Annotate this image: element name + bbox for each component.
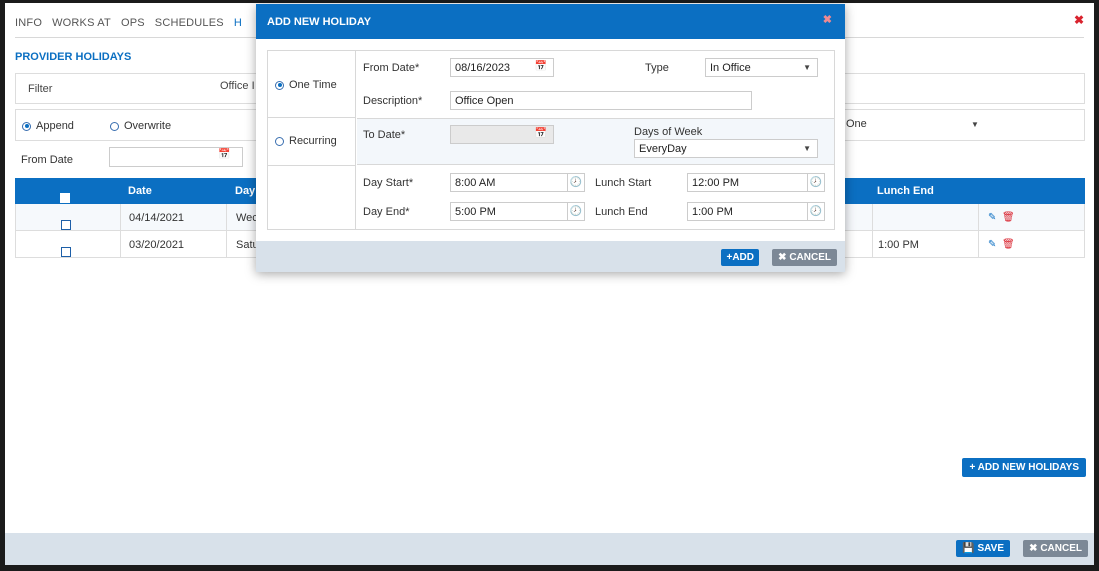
lunch-start-value: 12:00 PM: [692, 177, 740, 189]
calendar-icon[interactable]: 📅: [535, 128, 547, 139]
append-option[interactable]: Append: [22, 120, 74, 132]
header-day: Day: [235, 185, 256, 197]
save-button[interactable]: 💾 SAVE: [956, 540, 1010, 557]
cancel-label: CANCEL: [1040, 543, 1082, 554]
window-footer: 💾 SAVE ✖ CANCEL: [5, 533, 1094, 565]
tab-works-at[interactable]: WORKS AT: [52, 17, 111, 29]
lunch-start-label: Lunch Start: [595, 177, 652, 189]
save-label: SAVE: [977, 543, 1005, 554]
close-icon: ✖: [778, 252, 787, 263]
overwrite-option[interactable]: Overwrite: [110, 120, 171, 132]
type-label: Type: [645, 62, 669, 74]
add-new-holidays-button[interactable]: + ADD NEW HOLIDAYS: [962, 458, 1086, 477]
append-radio[interactable]: [22, 121, 31, 131]
close-icon[interactable]: ✖: [1074, 13, 1084, 27]
day-end-value: 5:00 PM: [455, 206, 496, 218]
chevron-down-icon: ▼: [803, 63, 811, 72]
calendar-icon[interactable]: 📅: [535, 61, 547, 72]
from-date-label: From Date: [21, 154, 73, 166]
select-all-checkbox[interactable]: [60, 193, 70, 203]
from-date-value: 08/16/2023: [455, 62, 511, 74]
modal-header: ADD NEW HOLIDAY ✖: [256, 4, 845, 39]
one-time-label: One Time: [289, 79, 337, 91]
from-date-field[interactable]: 08/16/2023 📅: [450, 58, 554, 77]
clock-icon[interactable]: 🕗: [567, 173, 584, 192]
add-button[interactable]: +ADD: [721, 249, 759, 266]
clock-icon[interactable]: 🕗: [807, 173, 824, 192]
row-checkbox[interactable]: [61, 247, 71, 257]
recurring-label: Recurring: [289, 135, 337, 147]
chevron-down-icon: ▼: [803, 144, 811, 153]
row-date: 04/14/2021: [129, 212, 185, 224]
office-label: Office I: [220, 80, 255, 92]
pencil-icon[interactable]: ✎: [988, 212, 996, 223]
pencil-icon[interactable]: ✎: [988, 239, 996, 250]
calendar-icon[interactable]: 📅: [218, 149, 230, 160]
one-select-value[interactable]: One: [846, 118, 867, 130]
cancel-button[interactable]: ✖ CANCEL: [1023, 540, 1088, 557]
header-lunch-end: Lunch End: [877, 185, 934, 197]
day-start-label: Day Start*: [363, 177, 414, 189]
days-of-week-value: EveryDay: [639, 143, 687, 155]
row-date: 03/20/2021: [129, 239, 185, 251]
modal-title: ADD NEW HOLIDAY: [267, 16, 372, 28]
tab-ops[interactable]: OPS: [121, 17, 145, 29]
chevron-down-icon[interactable]: ▼: [971, 120, 979, 129]
modal-close-icon[interactable]: ✖: [823, 13, 832, 26]
holiday-kind-column: One Time Recurring: [268, 51, 356, 229]
days-of-week-select[interactable]: EveryDay ▼: [634, 139, 818, 158]
modal-body: One Time Recurring From Date* 08/16/2023…: [267, 50, 835, 230]
filter-label: Filter: [28, 83, 53, 95]
lunch-start-input[interactable]: 12:00 PM 🕗: [687, 173, 825, 192]
add-holiday-modal: ADD NEW HOLIDAY ✖ One Time Recurring Fro…: [256, 4, 845, 272]
tab-info[interactable]: INFO: [15, 17, 42, 29]
clock-icon[interactable]: 🕗: [567, 202, 584, 221]
description-label: Description*: [363, 95, 423, 107]
header-date: Date: [128, 185, 152, 197]
section-title: PROVIDER HOLIDAYS: [15, 51, 132, 63]
trash-icon[interactable]: 🗑: [1002, 239, 1015, 250]
lunch-end-label: Lunch End: [595, 206, 648, 218]
row-lunch-end: 1:00 PM: [878, 239, 919, 251]
day-end-input[interactable]: 5:00 PM 🕗: [450, 202, 585, 221]
close-icon: ✖: [1029, 543, 1038, 554]
to-date-field[interactable]: 📅: [450, 125, 554, 144]
description-value: Office Open: [455, 95, 514, 107]
floppy-icon: 💾: [962, 543, 975, 554]
overwrite-radio[interactable]: [110, 121, 119, 131]
clock-icon[interactable]: 🕗: [807, 202, 824, 221]
one-time-option[interactable]: One Time: [275, 79, 337, 91]
lunch-end-value: 1:00 PM: [692, 206, 733, 218]
modal-footer: +ADD ✖ CANCEL: [256, 241, 845, 272]
tab-bar: INFO WORKS AT OPS SCHEDULES H: [15, 17, 252, 29]
from-date-label: From Date*: [363, 62, 420, 74]
recurring-radio[interactable]: [275, 136, 284, 146]
description-input[interactable]: Office Open: [450, 91, 752, 110]
modal-cancel-button[interactable]: ✖ CANCEL: [772, 249, 837, 266]
tab-holidays[interactable]: H: [234, 17, 242, 29]
trash-icon[interactable]: 🗑: [1002, 212, 1015, 223]
day-start-input[interactable]: 8:00 AM 🕗: [450, 173, 585, 192]
lunch-end-input[interactable]: 1:00 PM 🕗: [687, 202, 825, 221]
to-date-label: To Date*: [363, 129, 406, 141]
one-time-radio[interactable]: [275, 80, 284, 90]
row-day: Wec: [236, 212, 258, 224]
modal-cancel-label: CANCEL: [789, 252, 831, 263]
recurring-option[interactable]: Recurring: [275, 135, 337, 147]
type-value: In Office: [710, 62, 751, 74]
day-end-label: Day End*: [363, 206, 410, 218]
tab-schedules[interactable]: SCHEDULES: [155, 17, 224, 29]
overwrite-label: Overwrite: [124, 120, 172, 132]
row-checkbox[interactable]: [61, 220, 71, 230]
days-of-week-label: Days of Week: [634, 126, 703, 138]
type-select[interactable]: In Office ▼: [705, 58, 818, 77]
append-label: Append: [36, 120, 74, 132]
day-start-value: 8:00 AM: [455, 177, 496, 189]
